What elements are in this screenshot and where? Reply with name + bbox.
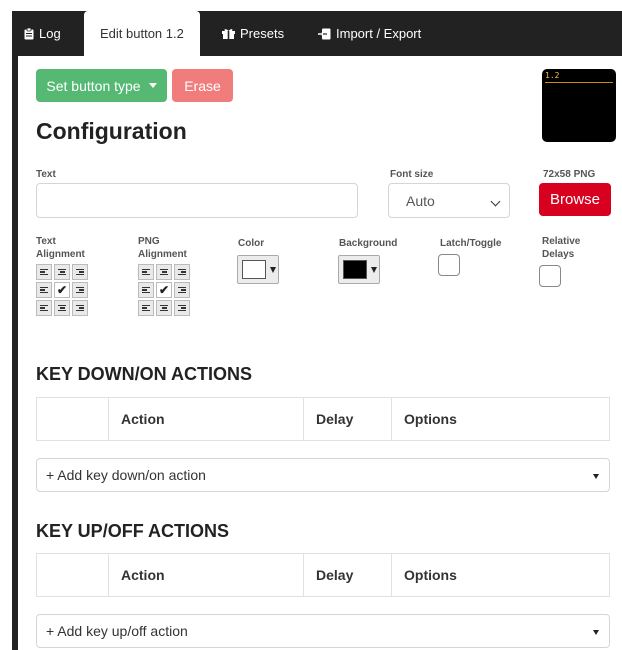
background-picker-button[interactable] [338, 255, 380, 284]
font-size-label: Font size [390, 169, 434, 180]
font-size-select[interactable]: Auto [388, 183, 510, 218]
png-align-middle-left[interactable] [138, 282, 154, 298]
font-size-value: Auto [406, 192, 435, 209]
tab-edit-button[interactable]: Edit button 1.2 [84, 11, 200, 56]
tab-presets[interactable]: Presets [222, 11, 284, 56]
add-key-up-action-select[interactable]: + Add key up/off action [36, 614, 610, 648]
preview-label: 1.2 [545, 71, 560, 80]
relative-delays-label: Relative Delays [542, 236, 581, 260]
caret-down-icon [148, 83, 157, 88]
tab-log[interactable]: Log [24, 11, 61, 56]
text-label: Text [36, 169, 56, 180]
color-swatch [242, 260, 266, 279]
edit-panel: Set button type Erase 1.2 Configuration … [12, 56, 622, 650]
tab-log-label: Log [39, 26, 61, 41]
align-bottom-left[interactable] [36, 300, 52, 316]
column-header-action: Action [109, 398, 304, 440]
browse-button[interactable]: Browse [539, 183, 611, 216]
set-button-type-label: Set button type [46, 77, 141, 94]
preview-divider [545, 82, 613, 83]
add-key-down-action-select[interactable]: + Add key down/on action [36, 458, 610, 492]
png-align-bottom-right[interactable] [174, 300, 190, 316]
button-preview: 1.2 [542, 69, 616, 142]
caret-down-icon [371, 266, 377, 273]
relative-delays-checkbox[interactable] [539, 265, 561, 287]
tab-import-export[interactable]: Import / Export [318, 11, 421, 56]
latch-toggle-label: Latch/Toggle [440, 238, 502, 249]
align-bottom-center[interactable] [54, 300, 70, 316]
column-header [37, 398, 109, 440]
png-align-middle-right[interactable] [174, 282, 190, 298]
erase-button[interactable]: Erase [172, 69, 233, 102]
tab-bar: Log Edit button 1.2 Presets Import / Exp… [12, 0, 622, 56]
key-up-table-header: Action Delay Options [36, 553, 610, 597]
align-middle-left[interactable] [36, 282, 52, 298]
png-align-middle-center-checked[interactable]: ✔ [156, 282, 172, 298]
background-swatch [343, 260, 367, 279]
png-label: 72x58 PNG [543, 169, 596, 180]
align-top-left[interactable] [36, 264, 52, 280]
background-label: Background [339, 238, 398, 249]
tab-edit-button-label: Edit button 1.2 [100, 26, 184, 41]
key-down-table-header: Action Delay Options [36, 397, 610, 441]
align-top-right[interactable] [72, 264, 88, 280]
latch-toggle-checkbox[interactable] [438, 254, 460, 276]
tab-presets-label: Presets [240, 26, 285, 41]
png-align-bottom-left[interactable] [138, 300, 154, 316]
app-frame: Log Edit button 1.2 Presets Import / Exp… [12, 0, 622, 650]
add-key-down-action-label: + Add key down/on action [46, 467, 206, 483]
align-top-center[interactable] [54, 264, 70, 280]
configuration-title: Configuration [36, 118, 187, 144]
import-export-icon [318, 28, 331, 39]
text-alignment-grid: ✔ [36, 264, 88, 316]
column-header-delay: Delay [304, 554, 392, 596]
column-header-options: Options [404, 411, 457, 427]
align-middle-right[interactable] [72, 282, 88, 298]
add-key-up-action-label: + Add key up/off action [46, 623, 188, 639]
text-input[interactable] [36, 183, 358, 218]
set-button-type-button[interactable]: Set button type [36, 69, 167, 102]
png-alignment-label: PNG Alignment [138, 236, 187, 260]
png-alignment-grid: ✔ [138, 264, 190, 316]
key-up-title: KEY UP/OFF ACTIONS [36, 521, 230, 541]
align-middle-center-checked[interactable]: ✔ [54, 282, 70, 298]
png-align-top-left[interactable] [138, 264, 154, 280]
align-bottom-right[interactable] [72, 300, 88, 316]
column-header-action: Action [109, 554, 304, 596]
caret-down-icon [593, 474, 599, 479]
png-align-bottom-center[interactable] [156, 300, 172, 316]
png-align-top-right[interactable] [174, 264, 190, 280]
caret-down-icon [593, 630, 599, 635]
png-align-top-center[interactable] [156, 264, 172, 280]
gift-icon [222, 29, 235, 39]
chevron-down-icon [490, 196, 501, 207]
color-picker-button[interactable] [237, 255, 279, 284]
tab-import-export-label: Import / Export [336, 26, 422, 41]
key-down-title: KEY DOWN/ON ACTIONS [36, 364, 253, 384]
column-header-delay: Delay [304, 398, 392, 440]
caret-down-icon [270, 266, 276, 273]
column-header [37, 554, 109, 596]
text-alignment-label: Text Alignment [36, 236, 85, 260]
color-label: Color [238, 238, 265, 249]
clipboard-icon [24, 27, 34, 39]
column-header-options: Options [404, 567, 457, 583]
